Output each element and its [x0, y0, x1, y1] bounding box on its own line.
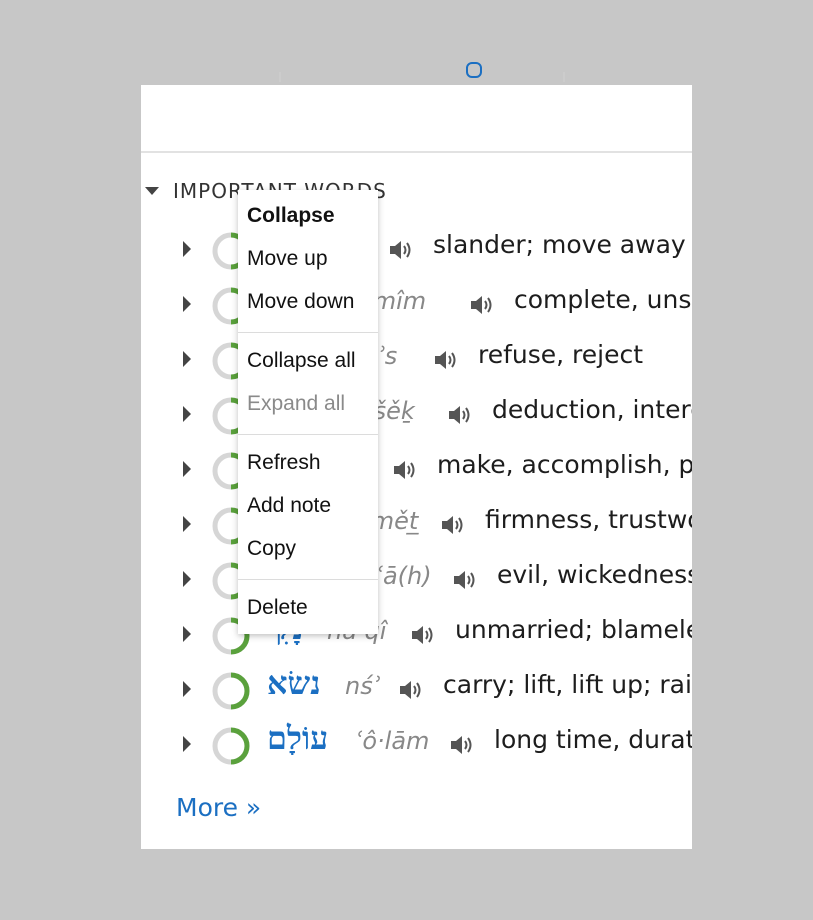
expand-arrow-icon[interactable]	[183, 351, 191, 367]
gloss: unmarried; blameless	[455, 615, 692, 644]
collapse-caret-icon[interactable]	[145, 187, 159, 195]
expand-arrow-icon[interactable]	[183, 571, 191, 587]
progress-ring-icon	[212, 727, 250, 765]
speaker-icon[interactable]	[469, 294, 493, 316]
gloss: refuse, reject	[478, 340, 644, 369]
hebrew-word[interactable]: נשׂא	[267, 664, 321, 702]
word-row[interactable]: slander; move away from	[141, 224, 692, 279]
menu-item-delete[interactable]: Delete	[247, 596, 308, 620]
speaker-icon[interactable]	[392, 459, 416, 481]
speaker-icon[interactable]	[440, 514, 464, 536]
menu-item-add-note[interactable]: Add note	[247, 494, 331, 518]
clipped-divider	[563, 72, 565, 82]
speaker-icon[interactable]	[452, 569, 476, 591]
menu-item-collapse[interactable]: Collapse	[247, 204, 335, 228]
menu-separator	[238, 332, 378, 333]
expand-arrow-icon[interactable]	[183, 626, 191, 642]
speaker-icon[interactable]	[388, 239, 412, 261]
word-row[interactable]: make, accomplish, produce	[141, 444, 692, 499]
menu-item-move-up[interactable]: Move up	[247, 247, 328, 271]
transliteration: ʿô·lām	[355, 727, 430, 755]
word-row[interactable]: mʾs refuse, reject	[141, 334, 692, 389]
gloss: firmness, trustworthiness	[485, 505, 692, 534]
gloss: slander; move away from	[433, 230, 692, 259]
expand-arrow-icon[interactable]	[183, 461, 191, 477]
word-row[interactable]: עוֹלָם ʿô·lām long time, duration	[141, 719, 692, 774]
word-row[interactable]: נָקִי nā·qî unmarried; blameless	[141, 609, 692, 664]
clipped-header-area	[141, 62, 692, 85]
gloss: make, accomplish, produce	[437, 450, 692, 479]
progress-ring-icon	[212, 672, 250, 710]
expand-arrow-icon[interactable]	[183, 681, 191, 697]
gloss: deduction, interest	[492, 395, 692, 424]
clipped-icon	[466, 62, 482, 78]
menu-item-expand-all: Expand all	[247, 392, 346, 415]
word-row[interactable]: נשׂא nśʾ carry; lift, lift up; raise	[141, 664, 692, 719]
more-link[interactable]: More »	[176, 793, 261, 822]
transliteration: nśʾ	[345, 672, 381, 700]
menu-item-refresh[interactable]: Refresh	[247, 451, 321, 475]
expand-arrow-icon[interactable]	[183, 516, 191, 532]
speaker-icon[interactable]	[433, 349, 457, 371]
speaker-icon[interactable]	[398, 679, 422, 701]
expand-arrow-icon[interactable]	[183, 406, 191, 422]
expand-arrow-icon[interactable]	[183, 241, 191, 257]
gloss: complete, unsound	[514, 285, 692, 314]
word-row[interactable]: tā·mîm complete, unsound	[141, 279, 692, 334]
word-row[interactable]: rāʿā(h) evil, wickedness	[141, 554, 692, 609]
clipped-divider	[279, 72, 281, 82]
speaker-icon[interactable]	[447, 404, 471, 426]
menu-item-collapse-all[interactable]: Collapse all	[247, 349, 356, 373]
context-menu: Collapse Move up Move down Collapse all …	[238, 190, 378, 634]
expand-arrow-icon[interactable]	[183, 296, 191, 312]
menu-item-copy[interactable]: Copy	[247, 537, 296, 561]
gloss: evil, wickedness	[497, 560, 692, 589]
section-divider	[141, 151, 692, 153]
speaker-icon[interactable]	[449, 734, 473, 756]
word-row[interactable]: ne·šěḵ deduction, interest	[141, 389, 692, 444]
menu-item-move-down[interactable]: Move down	[247, 290, 354, 314]
menu-separator	[238, 579, 378, 580]
gloss: long time, duration	[494, 725, 692, 754]
hebrew-word[interactable]: עוֹלָם	[267, 719, 328, 757]
gloss: carry; lift, lift up; raise	[443, 670, 692, 699]
speaker-icon[interactable]	[410, 624, 434, 646]
menu-separator	[238, 434, 378, 435]
word-row[interactable]: ʾě·mět̲ firmness, trustworthiness	[141, 499, 692, 554]
word-list-panel: IMPORTANT WORDS slander; move away from …	[141, 85, 692, 849]
important-words-header[interactable]: IMPORTANT WORDS	[141, 177, 692, 205]
expand-arrow-icon[interactable]	[183, 736, 191, 752]
